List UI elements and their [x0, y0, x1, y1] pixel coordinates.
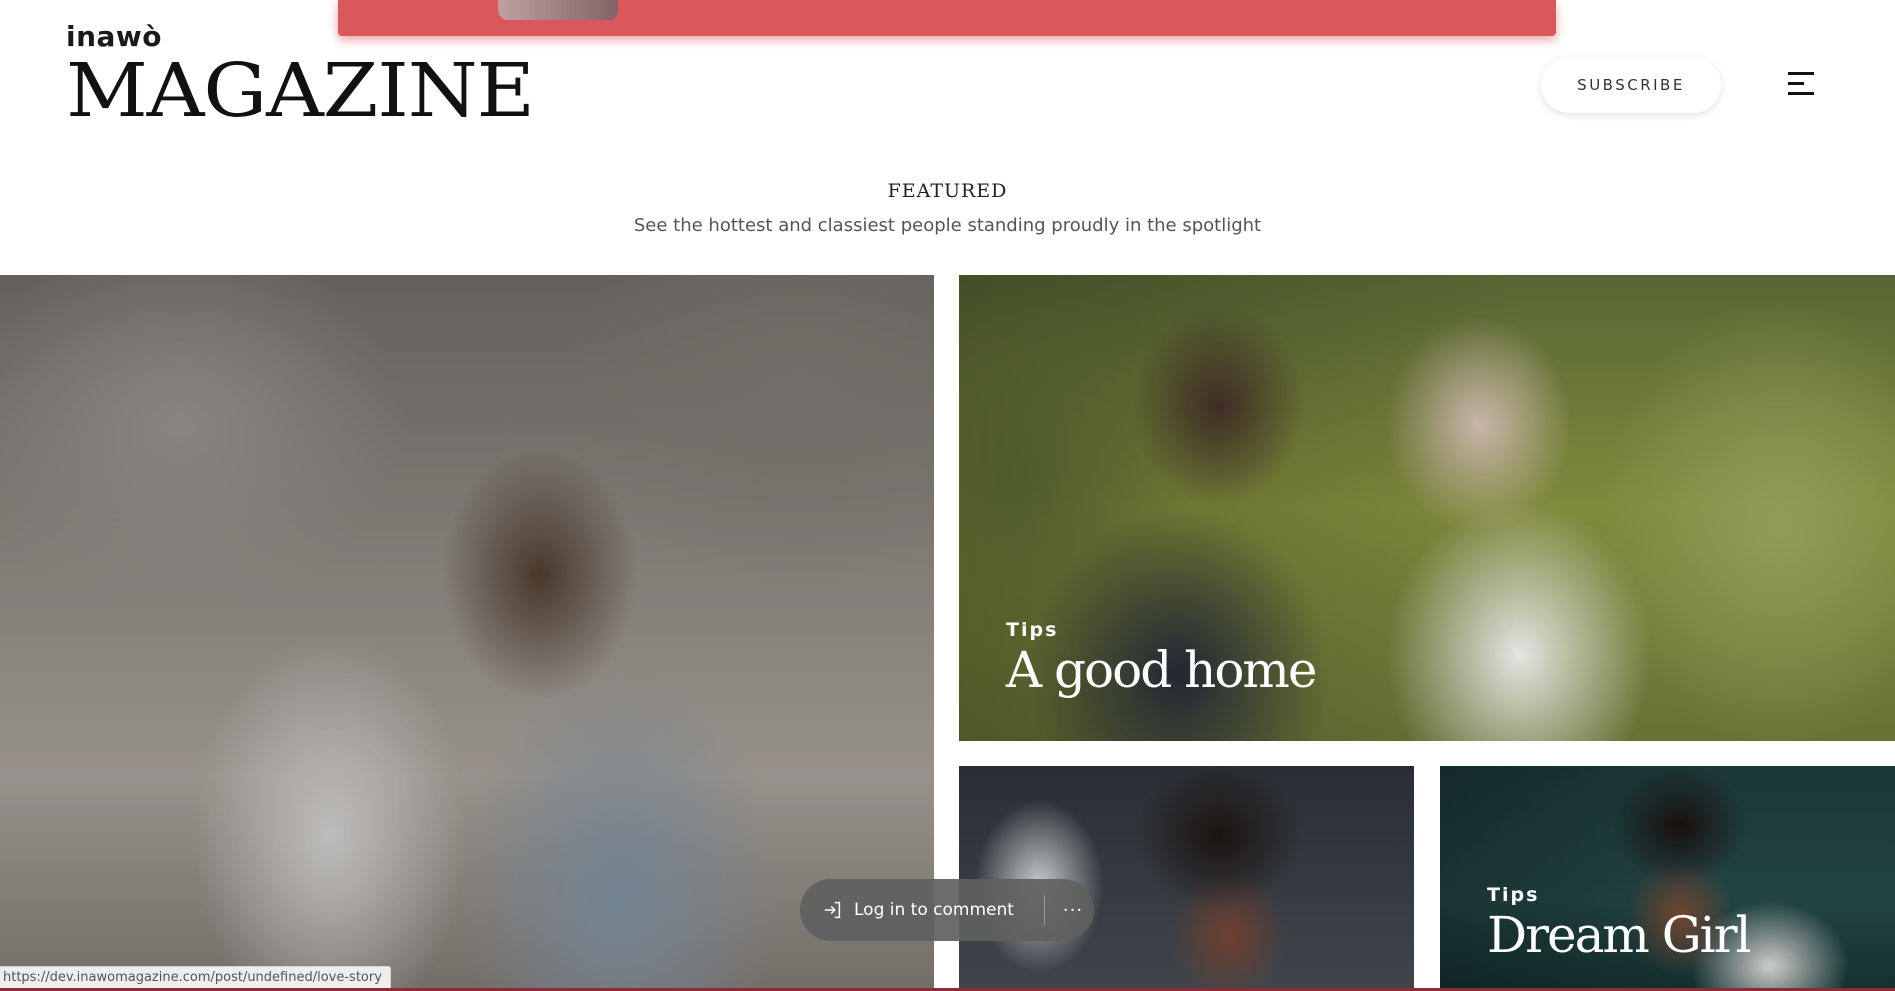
menu-icon[interactable] — [1788, 70, 1816, 98]
login-to-comment-button[interactable]: Log in to comment — [800, 879, 1014, 941]
featured-card-main[interactable] — [0, 275, 934, 991]
featured-card-dream-girl[interactable]: Tips Dream Girl — [1440, 766, 1895, 991]
login-icon — [824, 901, 841, 919]
site-logo[interactable]: inawò MAGAZINE — [66, 22, 535, 131]
card-title: A good home — [1006, 641, 1317, 699]
featured-heading: FEATURED — [887, 180, 1008, 202]
more-options-icon[interactable]: ··· — [1063, 900, 1083, 921]
login-label: Log in to comment — [854, 900, 1014, 920]
banner-thumbnail — [498, 0, 618, 20]
comment-bar: Log in to comment ··· — [800, 879, 1094, 941]
top-banner[interactable] — [338, 0, 1556, 36]
featured-subheading: See the hottest and classiest people sta… — [633, 215, 1262, 236]
logo-wordmark: MAGAZINE — [66, 48, 535, 134]
card-category: Tips — [1487, 884, 1540, 906]
card-category: Tips — [1006, 619, 1059, 641]
divider — [1043, 895, 1045, 925]
featured-card-a-good-home[interactable]: Tips A good home — [959, 275, 1895, 741]
card-title: Dream Girl — [1487, 906, 1752, 964]
status-bar-url: https://dev.inawomagazine.com/post/undef… — [0, 966, 391, 990]
subscribe-button[interactable]: SUBSCRIBE — [1541, 57, 1721, 113]
